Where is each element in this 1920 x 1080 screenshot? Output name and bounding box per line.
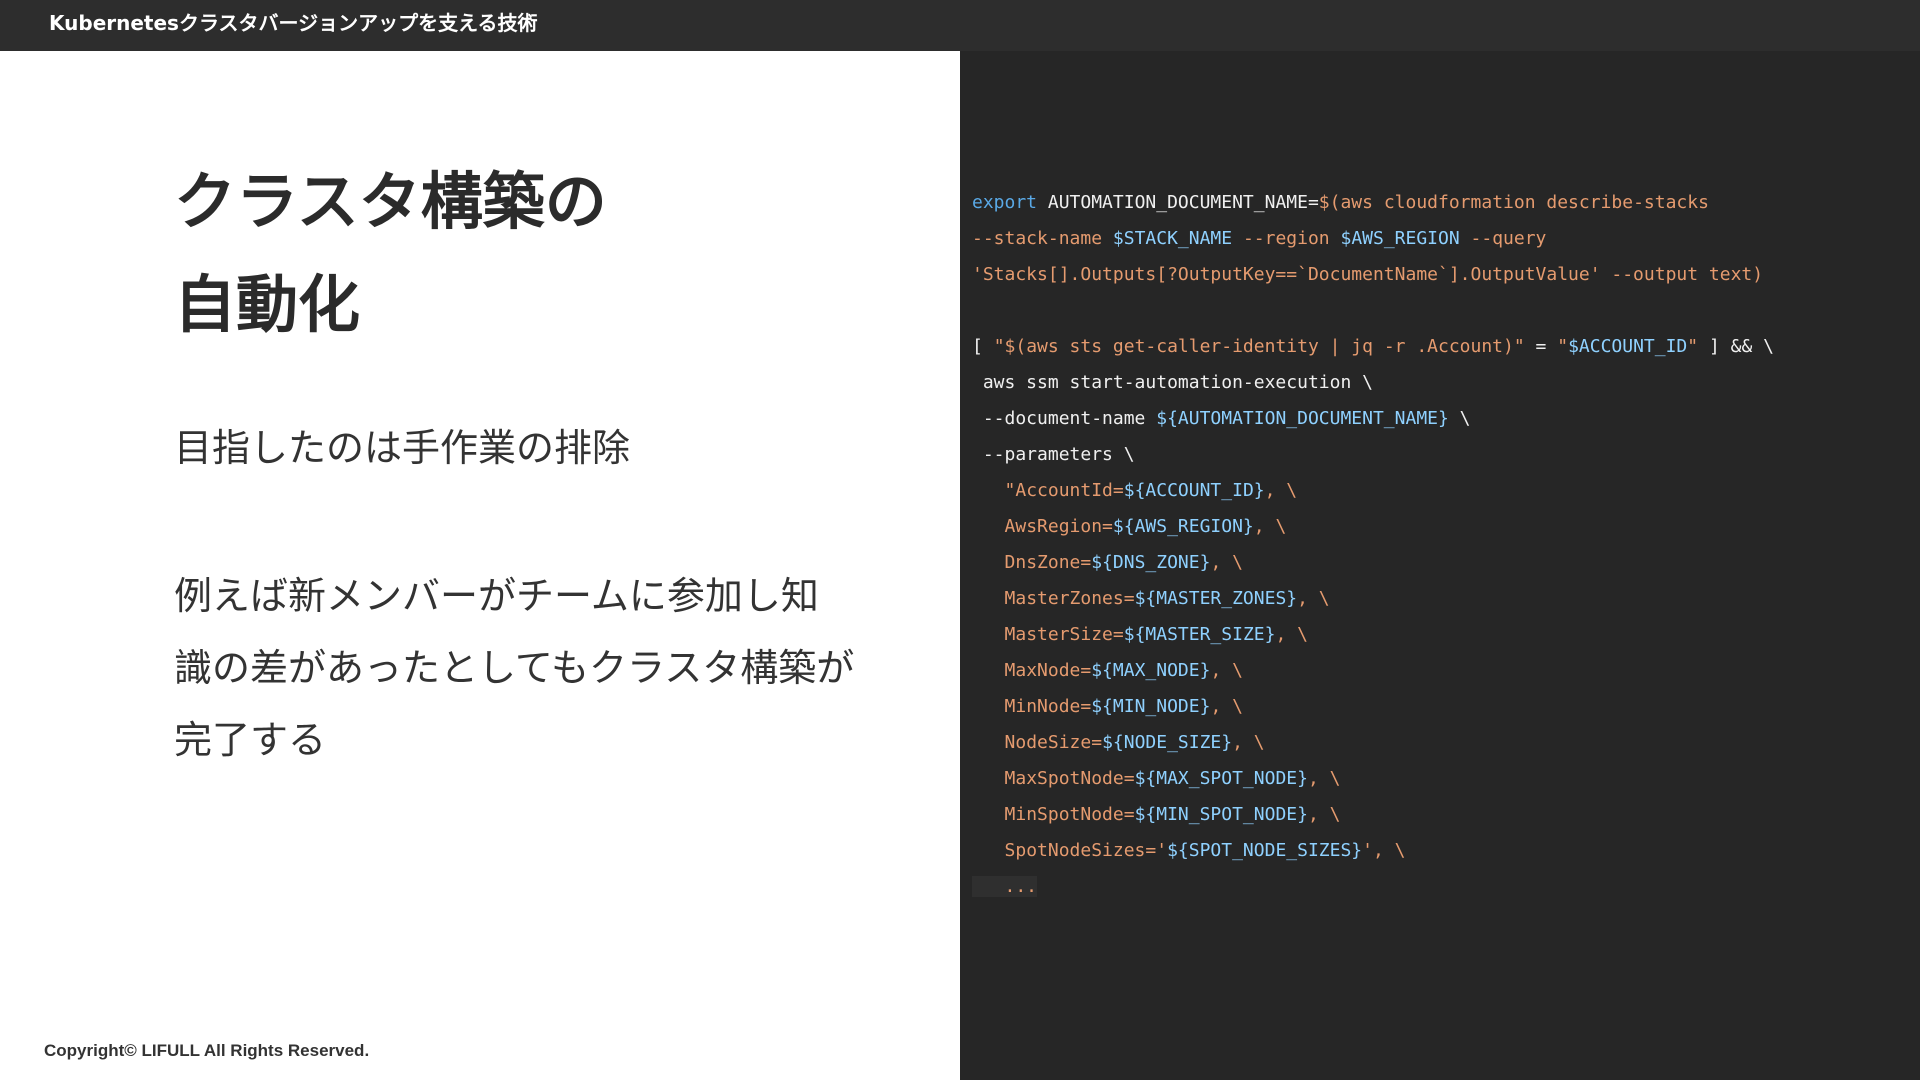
code-token: ] && \ xyxy=(1698,336,1774,357)
code-token: --region xyxy=(1232,228,1341,249)
code-token: ${MASTER_SIZE} xyxy=(1123,624,1276,645)
code-token: --parameters \ xyxy=(972,444,1135,465)
slide-title-line: 自動化 xyxy=(174,268,361,341)
code-token: , \ xyxy=(1307,804,1341,825)
top-bar: Kubernetesクラスタバージョンアップを支える技術 xyxy=(0,0,1920,51)
slide-body: 例えば新メンバーがチームに参加し知 識の差があったとしてもクラスタ構築が 完了す… xyxy=(174,560,855,776)
code-token: ${NODE_SIZE} xyxy=(1102,732,1233,753)
code-line: AwsRegion=${AWS_REGION}, \ xyxy=(972,509,1912,545)
copyright-footer: Copyright© LIFULL All Rights Reserved. xyxy=(44,1041,370,1060)
code-line: --parameters \ xyxy=(972,437,1912,473)
code-token: , \ xyxy=(1210,660,1243,681)
code-token: --document-name xyxy=(972,408,1157,429)
code-line: aws ssm start-automation-execution \ xyxy=(972,365,1912,401)
code-token: MasterZones= xyxy=(1004,588,1135,609)
code-line: MasterZones=${MASTER_ZONES}, \ xyxy=(972,581,1912,617)
slide-subtitle: 目指したのは手作業の排除 xyxy=(174,426,631,470)
code-token: , \ xyxy=(1210,552,1243,573)
body-line: 例えば新メンバーがチームに参加し知 xyxy=(174,574,819,618)
code-line: MinNode=${MIN_NODE}, \ xyxy=(972,689,1912,725)
code-line: SpotNodeSizes='${SPOT_NODE_SIZES}', \ xyxy=(972,833,1912,869)
code-line: DnsZone=${DNS_ZONE}, \ xyxy=(972,545,1912,581)
code-token: " xyxy=(1687,336,1699,357)
body-line: 識の差があったとしてもクラスタ構築が xyxy=(174,646,855,690)
code-token: "$(aws sts get-caller-identity | jq -r .… xyxy=(993,336,1525,357)
code-token: " xyxy=(1557,336,1569,357)
code-token: MaxSpotNode= xyxy=(1004,768,1135,789)
code-line: MaxSpotNode=${MAX_SPOT_NODE}, \ xyxy=(972,761,1912,797)
code-line: --document-name ${AUTOMATION_DOCUMENT_NA… xyxy=(972,401,1912,437)
code-token: [ xyxy=(972,336,994,357)
code-line: MasterSize=${MASTER_SIZE}, \ xyxy=(972,617,1912,653)
code-line: ... xyxy=(972,869,1912,905)
code-token: $(aws cloudformation describe-stacks xyxy=(1318,192,1709,213)
code-token: SpotNodeSizes=' xyxy=(1004,840,1168,861)
code-token: NodeSize= xyxy=(1004,732,1103,753)
code-token: ${MIN_SPOT_NODE} xyxy=(1134,804,1308,825)
code-token: ${MIN_NODE} xyxy=(1091,696,1211,717)
code-block: export AUTOMATION_DOCUMENT_NAME=$(aws cl… xyxy=(972,185,1912,905)
body-line: 完了する xyxy=(174,718,327,762)
code-token: ${MASTER_ZONES} xyxy=(1134,588,1298,609)
code-token: MaxNode= xyxy=(1004,660,1092,681)
presentation-title: Kubernetesクラスタバージョンアップを支える技術 xyxy=(49,11,538,35)
code-token: ${AUTOMATION_DOCUMENT_NAME} xyxy=(1156,408,1449,429)
code-token: ${ACCOUNT_ID} xyxy=(1123,480,1265,501)
code-token: , \ xyxy=(1307,768,1341,789)
code-token: ${MAX_SPOT_NODE} xyxy=(1134,768,1308,789)
code-token: --query xyxy=(1459,228,1547,249)
code-token: , \ xyxy=(1275,624,1308,645)
code-token: $AWS_REGION xyxy=(1340,228,1460,249)
code-token: ', \ xyxy=(1362,840,1406,861)
code-token: , \ xyxy=(1297,588,1330,609)
code-token: AwsRegion= xyxy=(1004,516,1113,537)
code-token: --stack-name xyxy=(972,228,1113,249)
code-token: $ACCOUNT_ID xyxy=(1568,336,1688,357)
code-line: export AUTOMATION_DOCUMENT_NAME=$(aws cl… xyxy=(972,185,1912,221)
code-token: AUTOMATION_DOCUMENT_NAME= xyxy=(1037,192,1319,213)
code-token: "AccountId= xyxy=(1004,480,1124,501)
code-token: MasterSize= xyxy=(1004,624,1124,645)
code-token: MinNode= xyxy=(1004,696,1092,717)
code-line: MaxNode=${MAX_NODE}, \ xyxy=(972,653,1912,689)
code-token: 'Stacks[].Outputs[?OutputKey==`DocumentN… xyxy=(972,264,1764,285)
slide-title-line: クラスタ構築の xyxy=(174,165,607,238)
code-token: , \ xyxy=(1232,732,1265,753)
code-line: "AccountId=${ACCOUNT_ID}, \ xyxy=(972,473,1912,509)
code-token: ${SPOT_NODE_SIZES} xyxy=(1167,840,1363,861)
code-token: ${AWS_REGION} xyxy=(1112,516,1254,537)
code-token: $STACK_NAME xyxy=(1112,228,1233,249)
code-token: , \ xyxy=(1253,516,1287,537)
code-token: ... xyxy=(972,876,1038,897)
code-token: ${MAX_NODE} xyxy=(1091,660,1211,681)
code-token: aws ssm start-automation-execution \ xyxy=(972,372,1373,393)
code-token: DnsZone= xyxy=(1004,552,1092,573)
code-token: , \ xyxy=(1210,696,1243,717)
code-line: MinSpotNode=${MIN_SPOT_NODE}, \ xyxy=(972,797,1912,833)
code-line: [ "$(aws sts get-caller-identity | jq -r… xyxy=(972,329,1912,365)
code-line: --stack-name $STACK_NAME --region $AWS_R… xyxy=(972,221,1912,257)
code-line: 'Stacks[].Outputs[?OutputKey==`DocumentN… xyxy=(972,257,1912,293)
code-line: NodeSize=${NODE_SIZE}, \ xyxy=(972,725,1912,761)
code-token: = xyxy=(1524,336,1558,357)
code-token: export xyxy=(972,192,1038,213)
code-panel: export AUTOMATION_DOCUMENT_NAME=$(aws cl… xyxy=(960,51,1920,1080)
code-token: \ xyxy=(1448,408,1471,429)
code-token: , \ xyxy=(1264,480,1298,501)
slide-title: クラスタ構築の 自動化 xyxy=(174,150,894,356)
code-token: ${DNS_ZONE} xyxy=(1091,552,1211,573)
code-token: MinSpotNode= xyxy=(1004,804,1135,825)
